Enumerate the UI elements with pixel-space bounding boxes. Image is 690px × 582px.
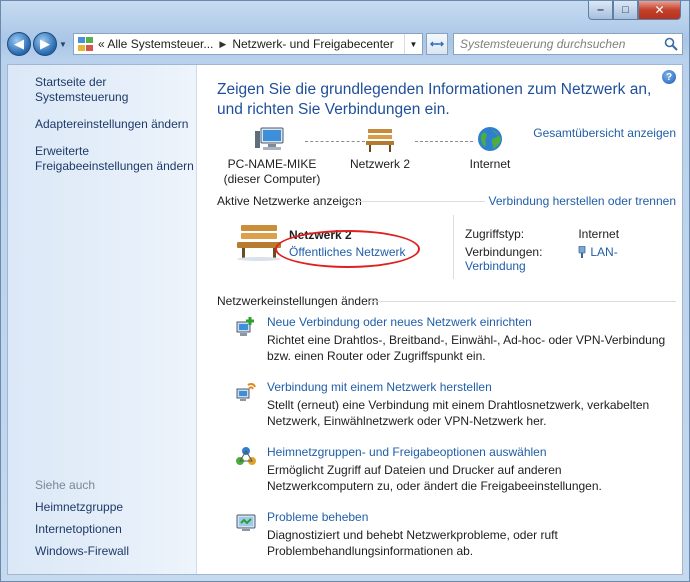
recent-pages-dropdown-icon[interactable]: ▼ [59, 40, 69, 49]
sidebar-link-adapter-settings[interactable]: Adaptereinstellungen ändern [35, 117, 195, 132]
sidebar-link-homegroup[interactable]: Heimnetzgruppe [35, 500, 195, 515]
breadcrumb-control-panel[interactable]: « Alle Systemsteuer... [98, 37, 213, 51]
refresh-icon [430, 41, 444, 47]
homegroup-icon [236, 447, 256, 465]
connect-disconnect-link[interactable]: Verbindung herstellen oder trennen [484, 194, 676, 208]
bench-icon [366, 129, 394, 152]
breadcrumb-separator-icon[interactable]: ▶ [219, 39, 226, 50]
task-desc-new-connection: Richtet eine Drahtlos-, Breitband-, Einw… [267, 333, 666, 363]
network-settings-header: Netzwerkeinstellungen ändern [217, 294, 676, 308]
window-frame: ‒ □ ✕ ◀ ▶ ▼ « Alle Systemsteuer... ▶ Net… [0, 0, 690, 582]
map-node-internet[interactable]: Internet [457, 125, 523, 172]
network-settings-label: Netzwerkeinstellungen ändern [217, 294, 379, 308]
troubleshoot-icon [236, 514, 256, 531]
search-box[interactable] [453, 33, 683, 55]
search-input[interactable] [460, 37, 650, 51]
back-button[interactable]: ◀ [7, 32, 31, 56]
task-desc-connect-network: Stellt (erneut) eine Verbindung mit eine… [267, 398, 650, 428]
connections-row: Verbindungen: LAN-Verbindung [465, 245, 673, 273]
connect-network-icon [236, 382, 256, 401]
vertical-divider [453, 215, 454, 279]
access-type-row: Zugriffstyp: Internet [465, 227, 619, 241]
map-node-computer[interactable]: PC-NAME-MIKE (dieser Computer) [217, 125, 327, 187]
close-button[interactable]: ✕ [638, 1, 681, 20]
sidebar-link-advanced-sharing[interactable]: Erweiterte Freigabeeinstellungen ändern [35, 144, 195, 174]
address-dropdown-icon[interactable]: ▼ [404, 34, 422, 54]
task-link-connect-network[interactable]: Verbindung mit einem Netzwerk herstellen [267, 380, 492, 394]
new-connection-icon [236, 317, 254, 336]
task-sidebar: Startseite der Systemsteuerung Adapterei… [8, 65, 197, 574]
main-panel: ? Zeigen Sie die grundlegenden Informati… [197, 65, 682, 574]
computer-name: PC-NAME-MIKE [227, 157, 317, 171]
refresh-button[interactable] [426, 33, 448, 55]
map-node-network[interactable]: Netzwerk 2 [345, 125, 415, 172]
task-link-troubleshoot[interactable]: Probleme beheben [267, 510, 368, 524]
see-also-label: Siehe auch [35, 478, 96, 492]
page-title: Zeigen Sie die grundlegenden Information… [217, 81, 652, 118]
task-link-new-connection[interactable]: Neue Verbindung oder neues Netzwerk einr… [267, 315, 532, 329]
breadcrumb-network-center[interactable]: Netzwerk- und Freigabecenter [232, 37, 393, 51]
full-map-link[interactable]: Gesamtübersicht anzeigen [533, 126, 676, 140]
computer-icon [255, 127, 284, 150]
active-network-card: Netzwerk 2 Öffentliches Netzwerk Zugriff… [217, 215, 673, 285]
access-type-label: Zugriffstyp: [465, 227, 525, 241]
connections-label: Verbindungen: [465, 245, 543, 259]
computer-caption: (dieser Computer) [223, 172, 321, 186]
globe-icon [478, 127, 502, 151]
window-controls: ‒ □ ✕ [588, 1, 681, 20]
minimize-button[interactable]: ‒ [588, 1, 613, 20]
access-type-value: Internet [578, 227, 620, 241]
public-network-bench-icon [237, 225, 281, 261]
forward-button[interactable]: ▶ [33, 32, 57, 56]
red-highlight-ellipse [275, 230, 420, 268]
task-desc-troubleshoot: Diagnostiziert und behebt Netzwerkproble… [267, 528, 558, 558]
sidebar-link-internet-options[interactable]: Internetoptionen [35, 522, 195, 537]
search-icon[interactable] [664, 37, 678, 51]
map-network-name: Netzwerk 2 [349, 157, 411, 171]
content-area: Startseite der Systemsteuerung Adapterei… [7, 64, 683, 575]
help-icon[interactable]: ? [662, 70, 676, 84]
sidebar-link-windows-firewall[interactable]: Windows-Firewall [35, 544, 195, 559]
navigation-toolbar: ◀ ▶ ▼ « Alle Systemsteuer... ▶ Netzwerk-… [7, 29, 683, 59]
sidebar-see-also: Siehe auch Heimnetzgruppe Internetoption… [35, 478, 195, 566]
control-panel-icon [78, 37, 94, 51]
task-desc-homegroup: Ermöglicht Zugriff auf Dateien und Druck… [267, 463, 602, 493]
task-link-homegroup[interactable]: Heimnetzgruppen- und Freigabeoptionen au… [267, 445, 547, 459]
sidebar-top-links: Startseite der Systemsteuerung Adapterei… [35, 75, 195, 186]
map-internet-label: Internet [469, 157, 511, 171]
network-map: PC-NAME-MIKE (dieser Computer) Netzwerk … [217, 125, 527, 187]
maximize-button[interactable]: □ [613, 1, 638, 20]
section-divider [369, 301, 676, 302]
ethernet-plug-icon [578, 246, 586, 258]
sidebar-link-control-panel-home[interactable]: Startseite der Systemsteuerung [35, 75, 195, 105]
address-bar[interactable]: « Alle Systemsteuer... ▶ Netzwerk- und F… [73, 33, 423, 55]
active-networks-label: Aktive Netzwerke anzeigen [217, 194, 362, 208]
